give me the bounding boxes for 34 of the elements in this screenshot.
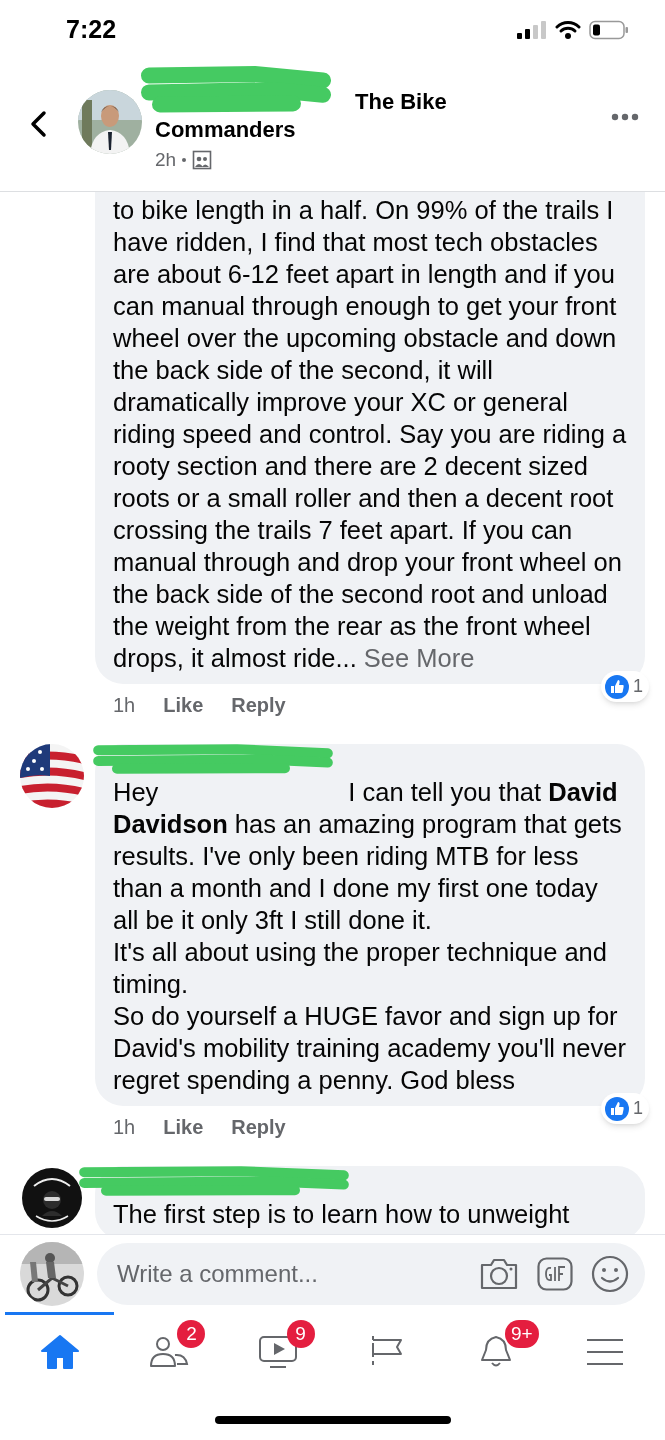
comment-time: 1h bbox=[113, 1115, 136, 1140]
people-icon[interactable] bbox=[148, 1334, 189, 1370]
reply-button[interactable]: Reply bbox=[231, 1112, 286, 1142]
comment-time: 1h bbox=[113, 693, 136, 718]
post-time: 2h bbox=[155, 148, 177, 172]
reply-button[interactable]: Reply bbox=[231, 690, 286, 720]
notification-badge: 9+ bbox=[504, 1320, 539, 1348]
members-icon bbox=[192, 150, 213, 171]
notification-badge: 9 bbox=[286, 1320, 315, 1348]
comment-text: to bike length in a half. On 99% of the trails I have ridden, I find that most tech obstacles are about 6-12 feet apart in length and if you can manual through enough to get your front wheel over the upcoming obstacle and down the back side of the second, it will dramatically improve your XC or general riding speed and control. Say you are riding a rooty section and there are 2 decent sized roots or a small roller and then a decent root crossing the trails 7 feet apart. If you can manual through and drop your front wheel on the back side of the second root and unload the weight from the rear as the front wheel drops, it almost ride... See More bbox=[113, 195, 627, 674]
see-more-link[interactable]: See More bbox=[363, 644, 475, 672]
battery-icon bbox=[589, 20, 629, 40]
camera-icon[interactable] bbox=[479, 1256, 519, 1291]
group-name[interactable]: The Bike Commanders bbox=[155, 88, 485, 144]
emoji-icon[interactable] bbox=[591, 1254, 629, 1293]
reaction-number: 1 bbox=[633, 1097, 643, 1120]
like-button[interactable]: Like bbox=[163, 690, 204, 720]
wifi-icon bbox=[555, 20, 581, 40]
like-reaction-icon bbox=[604, 673, 630, 700]
status-time: 7:22 bbox=[66, 14, 117, 46]
reaction-count[interactable]: 1 bbox=[601, 671, 649, 702]
reaction-count[interactable]: 1 bbox=[601, 1093, 649, 1124]
reaction-number: 1 bbox=[633, 675, 643, 698]
video-icon[interactable] bbox=[257, 1334, 298, 1370]
like-button[interactable]: Like bbox=[163, 1112, 204, 1142]
gif-icon[interactable] bbox=[537, 1256, 573, 1291]
more-button[interactable] bbox=[611, 112, 639, 122]
comment-text: The first step is to learn how to unweight bbox=[113, 1199, 571, 1230]
comment-field[interactable]: Write a comment... bbox=[97, 1242, 645, 1305]
signal-icon bbox=[517, 20, 547, 40]
notification-badge: 2 bbox=[177, 1320, 206, 1348]
home-icon[interactable] bbox=[39, 1334, 80, 1370]
like-reaction-icon bbox=[604, 1095, 630, 1122]
comment-text: Hey I can tell you that David Davidson has an amazing program that gets results. I've only been riding MTB for less than a month and I done my first one today all be it only 3ft I still done it. It's all about using the proper technique and timing. So do yourself a HUGE favor and sign up for David's mobility training academy you'll never regret spending a penny. God bless bbox=[113, 777, 627, 1096]
